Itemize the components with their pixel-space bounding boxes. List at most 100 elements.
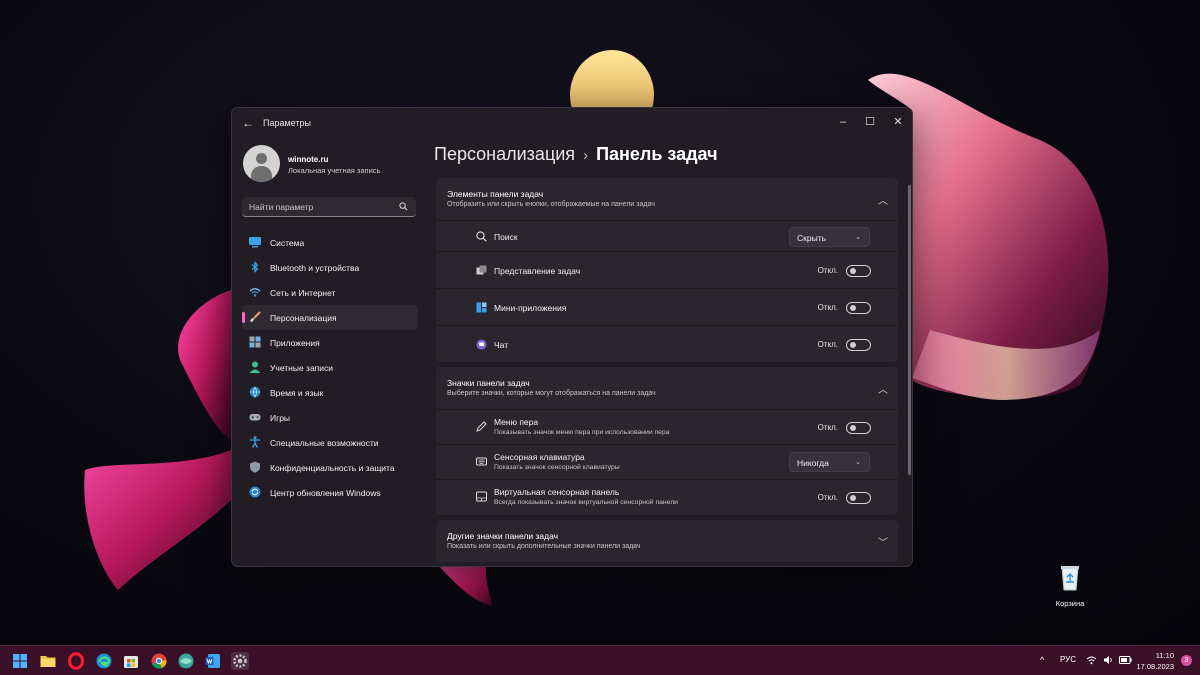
recycle-bin[interactable]: Корзина: [1050, 565, 1090, 608]
chat-toggle[interactable]: [846, 339, 871, 351]
sidebar-item-label: Игры: [270, 413, 291, 423]
maximize-icon[interactable]: ☐: [859, 112, 881, 132]
brush-icon: [250, 311, 261, 322]
chrome-icon[interactable]: [150, 652, 168, 670]
input-language[interactable]: РУС: [1060, 655, 1076, 664]
setting-label: Представление задач: [494, 266, 581, 276]
apps-icon: [249, 336, 261, 348]
setting-description: Всегда показывать значок виртуальной сен…: [494, 499, 678, 506]
chevron-up-icon[interactable]: ^: [1040, 655, 1044, 665]
virtual-touchpad-toggle[interactable]: [846, 492, 871, 504]
breadcrumb-parent[interactable]: Персонализация: [434, 144, 575, 164]
sidebar-item-windows-update[interactable]: Центр обновления Windows: [242, 480, 418, 505]
setting-row-chat: Чат Откл.: [436, 325, 898, 362]
chevron-down-icon[interactable]: ﹀: [878, 534, 888, 549]
toggle-state: Откл.: [817, 423, 838, 432]
search-icon: [476, 231, 487, 242]
settings-window: ← Параметры – ☐ ✕ winnote.ru Локальная у…: [231, 107, 913, 567]
setting-row-search: Поиск Скрыть ⌄: [436, 220, 898, 251]
setting-row-task-view: Представление задач Откл.: [436, 251, 898, 288]
sidebar-item-accessibility[interactable]: Специальные возможности: [242, 430, 418, 455]
keyboard-icon: [476, 457, 487, 466]
sidebar-item-personalization[interactable]: Персонализация: [242, 305, 418, 330]
sidebar-item-time-language[interactable]: Время и язык: [242, 380, 418, 405]
scrollbar[interactable]: [908, 185, 911, 475]
taskbar-icons-section: Значки панели задач Выберите значки, кот…: [436, 367, 898, 515]
gamepad-icon: [249, 414, 261, 421]
globe-icon: [249, 386, 261, 398]
sidebar-item-label: Специальные возможности: [270, 438, 379, 448]
touchpad-icon: [476, 491, 487, 502]
sidebar-item-label: Персонализация: [270, 313, 337, 323]
sidebar-item-system[interactable]: Система: [242, 230, 418, 255]
setting-label: Сенсорная клавиатура: [494, 452, 585, 462]
battery-icon[interactable]: [1119, 655, 1132, 665]
section-header[interactable]: Значки панели задач Выберите значки, кот…: [436, 367, 898, 409]
edge-icon[interactable]: [95, 652, 113, 670]
section-description: Выберите значки, которые могут отображат…: [447, 390, 656, 397]
browser-icon[interactable]: [177, 652, 195, 670]
sidebar-item-accounts[interactable]: Учетные записи: [242, 355, 418, 380]
dropdown-value: Скрыть: [797, 233, 827, 243]
back-arrow-icon[interactable]: ←: [242, 116, 254, 130]
sidebar-item-network[interactable]: Сеть и Интернет: [242, 280, 418, 305]
section-title: Элементы панели задач: [447, 189, 544, 199]
sidebar-item-bluetooth[interactable]: Bluetooth и устройства: [242, 255, 418, 280]
word-icon[interactable]: [204, 652, 222, 670]
search-mode-dropdown[interactable]: Скрыть ⌄: [789, 227, 870, 247]
section-description: Отобразить или скрыть кнопки, отображаем…: [447, 201, 655, 208]
close-icon[interactable]: ✕: [887, 112, 909, 132]
avatar[interactable]: [243, 145, 280, 182]
setting-label: Виртуальная сенсорная панель: [494, 487, 620, 497]
sidebar-item-label: Приложения: [270, 338, 320, 348]
section-title: Значки панели задач: [447, 378, 530, 388]
wifi-icon[interactable]: [1086, 655, 1097, 665]
section-header[interactable]: Другие значки панели задач Показать или …: [436, 520, 898, 562]
breadcrumb-separator: ›: [583, 147, 589, 164]
shield-icon: [250, 461, 260, 473]
settings-content: Элементы панели задач Отобразить или скр…: [436, 178, 898, 566]
setting-description: Показать значок сенсорной клавиатуры: [494, 464, 620, 471]
file-explorer-icon[interactable]: [39, 652, 57, 670]
wifi-icon: [249, 288, 261, 297]
clock[interactable]: 11:10 17.08.2023: [1136, 650, 1174, 672]
chevron-down-icon: ⌄: [855, 234, 861, 241]
opera-icon[interactable]: [67, 652, 85, 670]
chevron-up-icon[interactable]: ︿: [878, 381, 888, 396]
widgets-toggle[interactable]: [846, 302, 871, 314]
taskbar: ^ РУС 11:10 17.08.2023 3: [0, 645, 1200, 675]
sidebar-item-privacy[interactable]: Конфиденциальность и защита: [242, 455, 418, 480]
search-input[interactable]: [242, 197, 392, 217]
user-name: winnote.ru: [288, 155, 329, 164]
setting-row-virtual-touchpad: Виртуальная сенсорная панель Всегда пока…: [436, 479, 898, 515]
chevron-up-icon[interactable]: ︿: [878, 192, 888, 207]
store-icon[interactable]: [122, 652, 140, 670]
settings-icon[interactable]: [231, 652, 249, 670]
page-title: Панель задач: [596, 144, 718, 164]
notification-badge[interactable]: 3: [1181, 655, 1192, 666]
other-taskbar-icons-section[interactable]: Другие значки панели задач Показать или …: [436, 520, 898, 562]
search-icon[interactable]: [399, 202, 408, 211]
recycle-bin-label: Корзина: [1055, 599, 1085, 608]
start-icon[interactable]: [11, 652, 29, 670]
system-icon: [249, 237, 261, 248]
taskbar-items-section: Элементы панели задач Отобразить или скр…: [436, 178, 898, 362]
setting-label: Меню пера: [494, 417, 539, 427]
clock-date: 17.08.2023: [1136, 662, 1174, 671]
touch-keyboard-dropdown[interactable]: Никогда ⌄: [789, 452, 870, 472]
minimize-icon[interactable]: –: [832, 112, 854, 132]
section-header[interactable]: Элементы панели задач Отобразить или скр…: [436, 178, 898, 220]
pen-menu-toggle[interactable]: [846, 422, 871, 434]
recycle-bin-icon: [1061, 566, 1079, 591]
bluetooth-icon: [251, 261, 259, 273]
task-view-toggle[interactable]: [846, 265, 871, 277]
toggle-state: Откл.: [817, 266, 838, 275]
volume-icon[interactable]: [1103, 655, 1114, 665]
sidebar-item-apps[interactable]: Приложения: [242, 330, 418, 355]
dropdown-value: Никогда: [797, 458, 829, 468]
section-description: Показать или скрыть дополнительные значк…: [447, 543, 641, 550]
chat-icon: [476, 339, 487, 350]
sidebar-item-gaming[interactable]: Игры: [242, 405, 418, 430]
sidebar-nav: Система Bluetooth и устройства Сеть и Ин…: [242, 230, 418, 505]
sidebar-item-label: Учетные записи: [270, 363, 334, 373]
